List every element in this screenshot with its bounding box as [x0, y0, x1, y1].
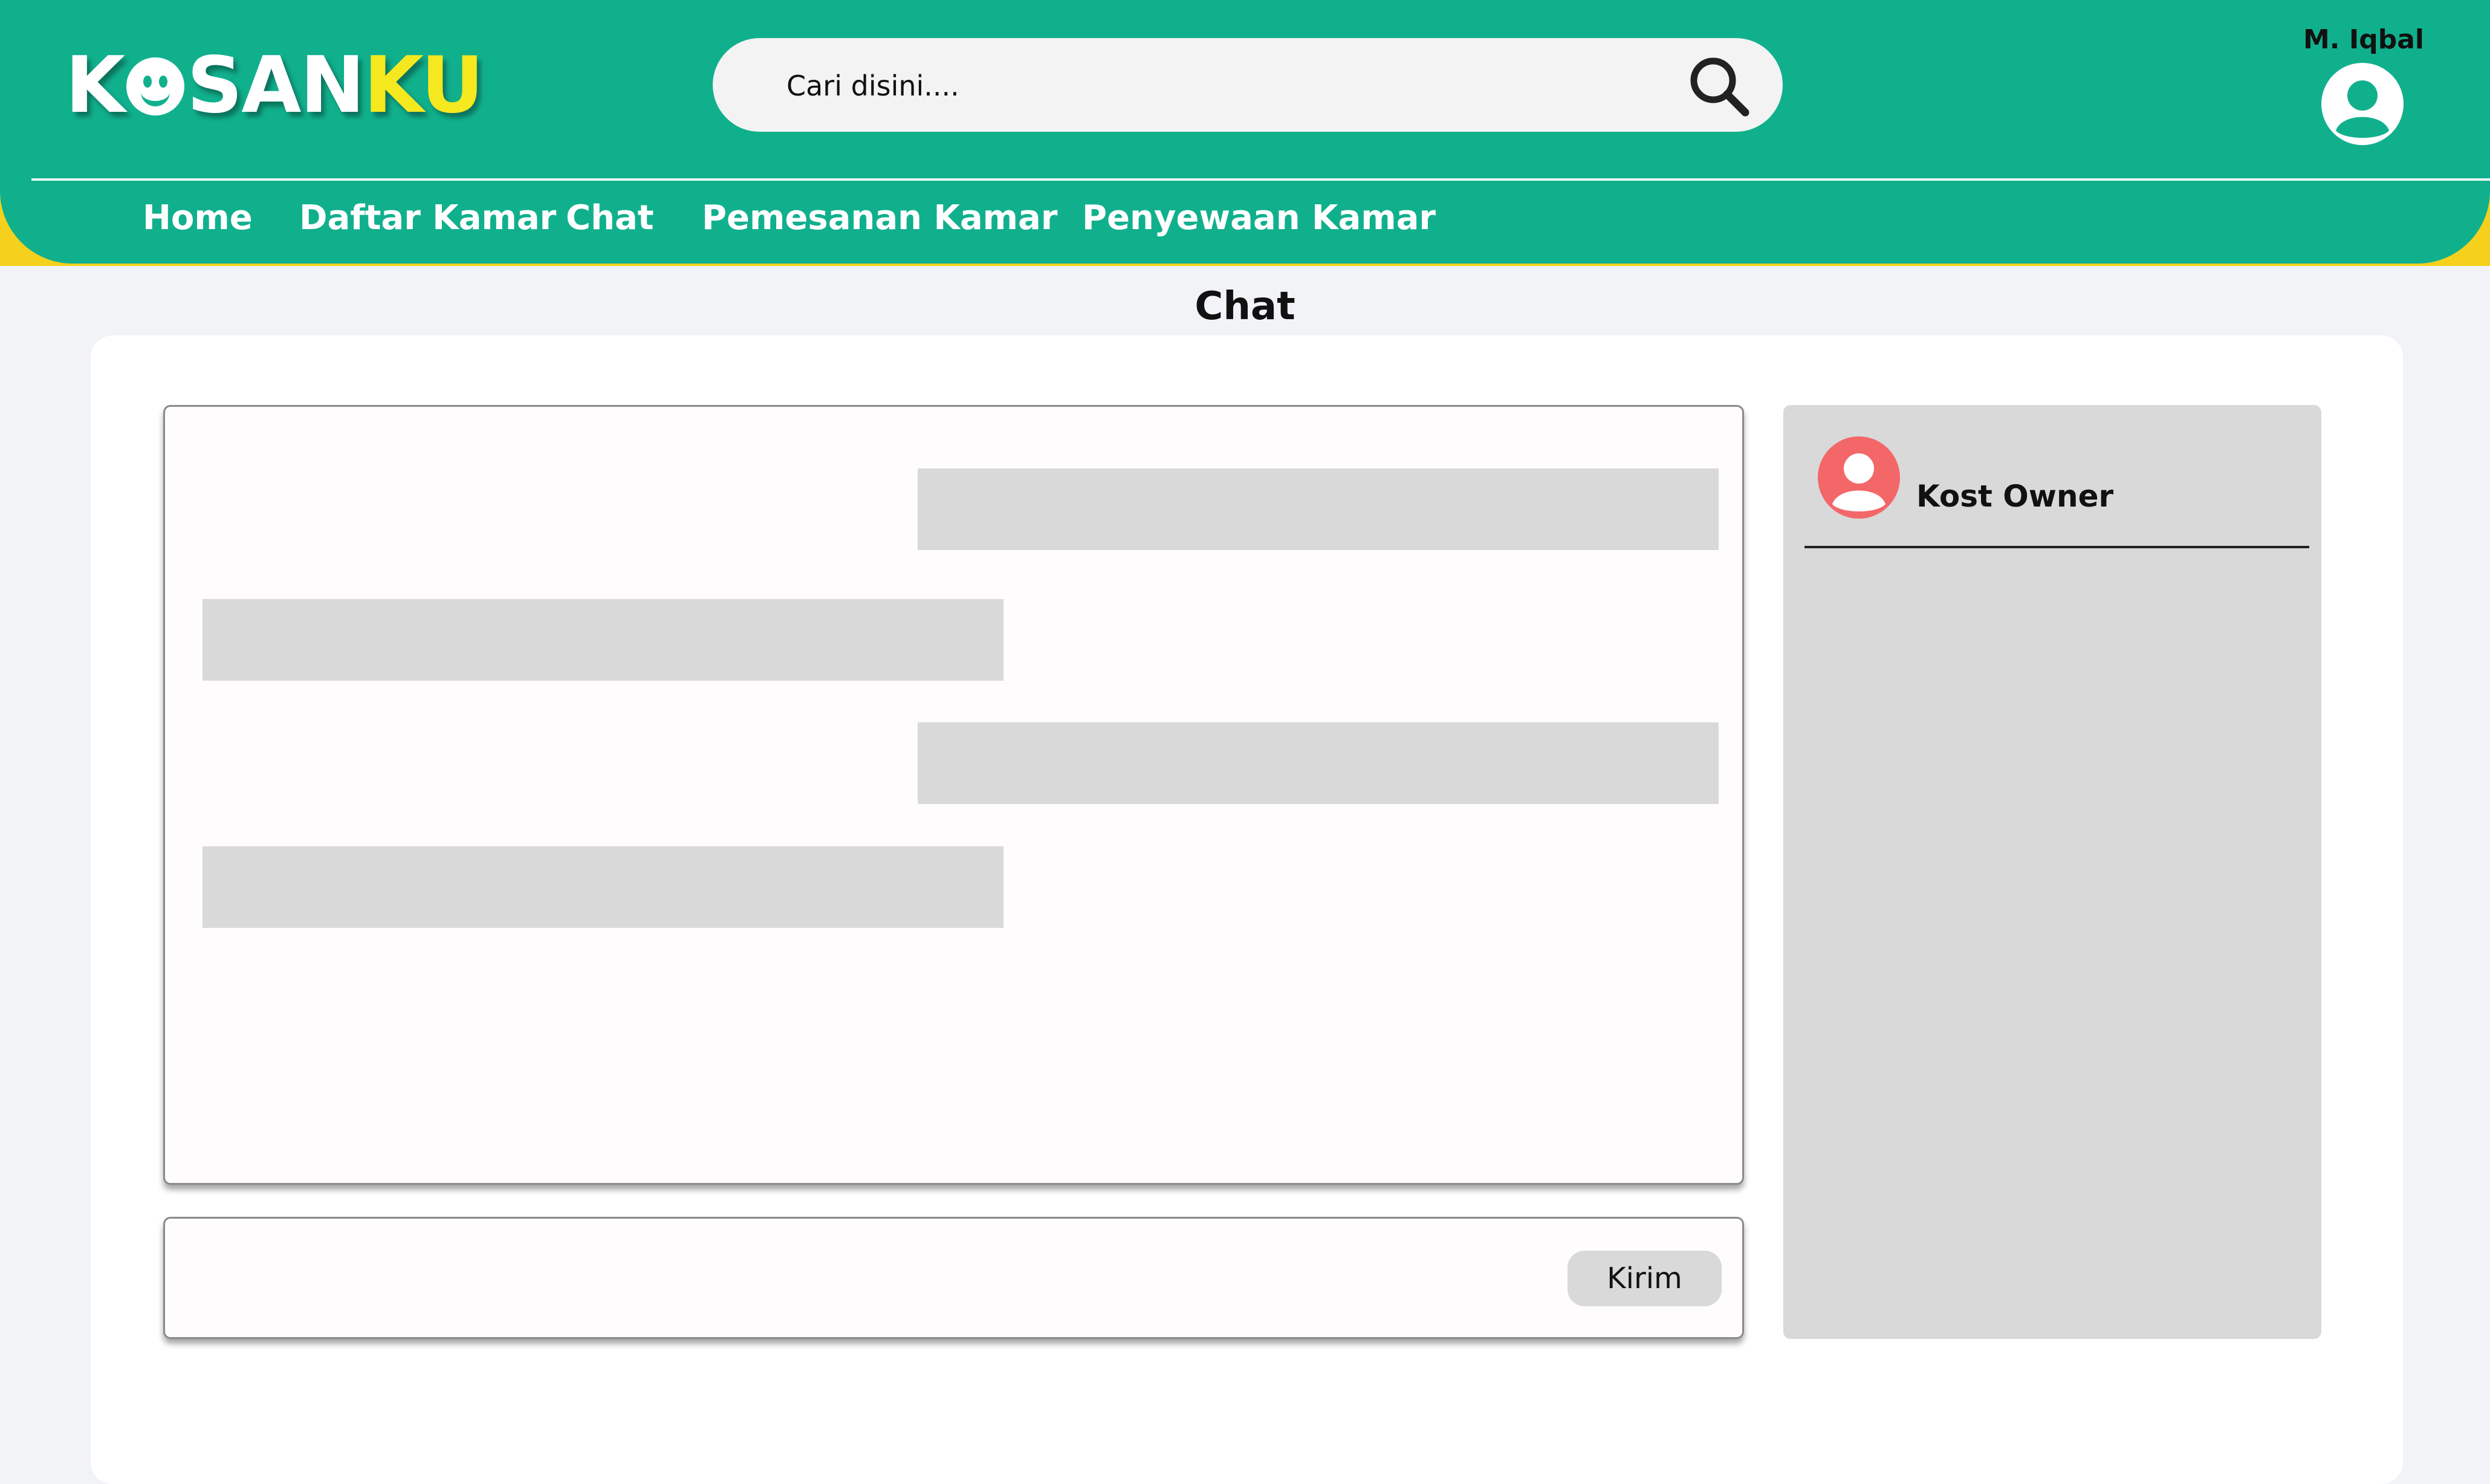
- message-bubble-outgoing: [918, 468, 1719, 550]
- nav-item-pemesanan-kamar[interactable]: Pemesanan Kamar: [702, 198, 1057, 238]
- nav-item-daftar-kamar[interactable]: Daftar Kamar: [299, 198, 556, 238]
- send-button[interactable]: Kirim: [1568, 1251, 1722, 1306]
- message-input[interactable]: [189, 1243, 1582, 1311]
- message-composer: Kirim: [163, 1217, 1744, 1339]
- nav-divider: [31, 178, 2490, 181]
- nav-item-penyewaan-kamar[interactable]: Penyewaan Kamar: [1082, 198, 1436, 238]
- search-bar: [713, 38, 1783, 132]
- top-header: KSANKU M. Iqbal Home Daftar Kamar Chat P…: [0, 0, 2490, 264]
- smiley-face-icon: [126, 57, 185, 115]
- chat-messages-panel[interactable]: [163, 405, 1744, 1185]
- page-title: Chat: [1195, 284, 1295, 329]
- search-icon[interactable]: [1686, 53, 1752, 120]
- user-avatar-icon[interactable]: [2320, 62, 2405, 146]
- search-input[interactable]: [785, 62, 1634, 109]
- nav-item-chat[interactable]: Chat: [566, 198, 654, 238]
- message-bubble-outgoing: [918, 722, 1719, 804]
- contact-avatar-icon: [1818, 436, 1900, 519]
- message-bubble-incoming: [203, 846, 1003, 928]
- contact-list: Kost Owner: [1783, 405, 2321, 1339]
- message-bubble-incoming: [203, 599, 1003, 681]
- user-name: M. Iqbal: [2303, 24, 2424, 55]
- nav-item-home[interactable]: Home: [143, 198, 253, 238]
- contact-item[interactable]: Kost Owner: [1783, 405, 2321, 550]
- contact-name: Kost Owner: [1916, 479, 2114, 514]
- kosanku-logo[interactable]: K SANKU: [65, 47, 484, 125]
- contact-divider: [1804, 546, 2309, 548]
